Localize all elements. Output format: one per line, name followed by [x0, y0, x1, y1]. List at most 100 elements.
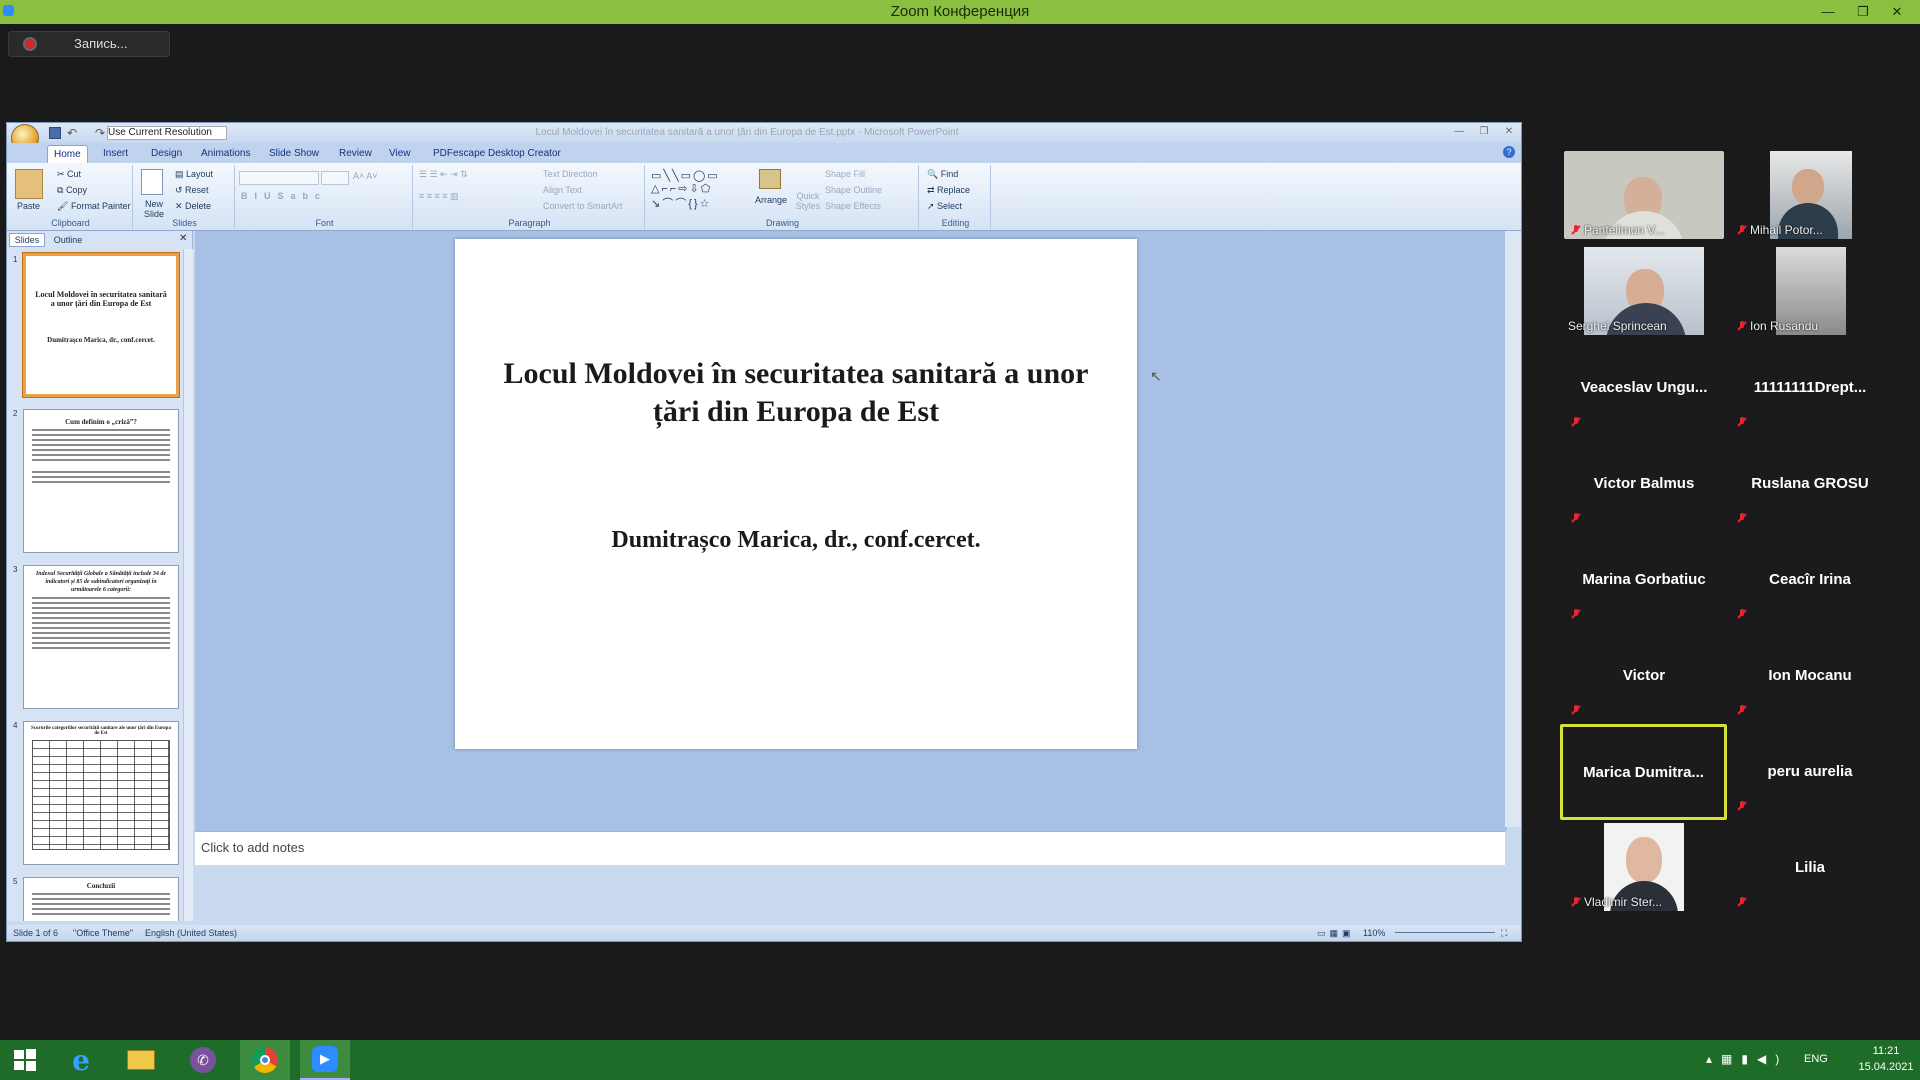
- current-slide[interactable]: Locul Moldovei în securitatea sanitară a…: [455, 239, 1137, 749]
- format-painter-label: Format Painter: [70, 201, 131, 211]
- zoom-slider[interactable]: [1395, 932, 1495, 933]
- slide-thumbnail-1[interactable]: Locul Moldovei în securitatea sanitară a…: [22, 252, 180, 398]
- paste-label[interactable]: Paste: [17, 201, 40, 211]
- new-slide-label[interactable]: New Slide: [139, 199, 169, 219]
- participant-tile[interactable]: Lilia: [1730, 823, 1890, 911]
- tab-home[interactable]: Home: [47, 145, 88, 163]
- tab-slide-show[interactable]: Slide Show: [263, 145, 325, 163]
- participant-tile[interactable]: Ruslana GROSU: [1730, 439, 1890, 527]
- arrange-label[interactable]: Arrange: [755, 195, 787, 205]
- delete-button[interactable]: ✕ Delete: [175, 201, 211, 212]
- tab-view[interactable]: View: [383, 145, 417, 163]
- participant-tile[interactable]: 11111111Drept...: [1730, 343, 1890, 431]
- ppt-minimize-button[interactable]: —: [1447, 123, 1471, 141]
- participant-tile[interactable]: Serghei Sprincean: [1564, 247, 1724, 335]
- shapes-gallery[interactable]: ▭╲╲▭◯▭ △⌐⌐⇨⇩⬠ ↘⌒⌒{}☆: [651, 169, 720, 211]
- slide-thumbnail-5[interactable]: Concluzii: [23, 877, 179, 921]
- notes-pane[interactable]: Click to add notes: [195, 831, 1505, 865]
- slide-title[interactable]: Locul Moldovei în securitatea sanitară a…: [485, 355, 1107, 431]
- participant-tile[interactable]: peru aurelia: [1730, 727, 1890, 815]
- system-tray-icons[interactable]: ▴▦▮◀): [1706, 1052, 1788, 1066]
- minimize-button[interactable]: —: [1813, 0, 1843, 24]
- view-buttons[interactable]: ▭▦▣: [1317, 925, 1355, 941]
- tab-animations[interactable]: Animations: [195, 145, 256, 163]
- participant-tile[interactable]: Ion Mocanu: [1730, 631, 1890, 719]
- theme-indicator: "Office Theme": [73, 928, 134, 938]
- grow-font-icon[interactable]: A˄ A˅: [353, 171, 378, 181]
- tab-pdfescape[interactable]: PDFescape Desktop Creator: [427, 145, 567, 163]
- participant-tile[interactable]: Victor Balmus: [1564, 439, 1724, 527]
- slide-thumbnail-3[interactable]: Indexul Securității Globale a Sănătății …: [23, 565, 179, 709]
- close-button[interactable]: ✕: [1882, 0, 1912, 24]
- quick-styles-label[interactable]: Quick Styles: [795, 191, 821, 211]
- format-painter-button[interactable]: 🖌 Format Painter: [57, 201, 130, 212]
- help-icon[interactable]: ?: [1503, 146, 1515, 158]
- shape-outline-button[interactable]: Shape Outline: [825, 185, 882, 195]
- text-direction-button[interactable]: Text Direction: [543, 169, 598, 179]
- tab-review[interactable]: Review: [333, 145, 378, 163]
- reset-button[interactable]: ↺ Reset: [175, 185, 209, 196]
- close-panel-icon[interactable]: ✕: [179, 233, 187, 244]
- clock[interactable]: 11:21 15.04.2021: [1858, 1043, 1914, 1075]
- participant-tile[interactable]: Ion Rusandu: [1730, 247, 1890, 335]
- restore-button[interactable]: ❐: [1848, 0, 1878, 24]
- ppt-restore-button[interactable]: ❐: [1472, 123, 1496, 141]
- record-icon: [23, 37, 37, 51]
- align-text-button[interactable]: Align Text: [543, 185, 582, 195]
- participant-name: Serghei Sprincean: [1568, 319, 1667, 333]
- zoom-taskbar-icon[interactable]: ▶: [300, 1040, 350, 1080]
- save-icon[interactable]: [49, 127, 61, 139]
- panel-tab-outline[interactable]: Outline: [47, 233, 89, 247]
- new-slide-icon[interactable]: [141, 169, 163, 195]
- slide-scrollbar[interactable]: [1505, 231, 1521, 827]
- undo-icon[interactable]: ↶: [67, 126, 77, 140]
- start-button[interactable]: [0, 1040, 50, 1080]
- slides-group: New Slide ▤ Layout ↺ Reset ✕ Delete Slid…: [135, 165, 235, 229]
- chrome-icon[interactable]: [240, 1040, 290, 1080]
- zoom-level[interactable]: 110%: [1363, 925, 1385, 941]
- participant-tile[interactable]: Pantelimon V...: [1564, 151, 1724, 239]
- shape-fill-button[interactable]: Shape Fill: [825, 169, 865, 179]
- participant-tile[interactable]: Ceacîr Irina: [1730, 535, 1890, 623]
- clock-time: 11:21: [1872, 1045, 1900, 1057]
- file-explorer-icon[interactable]: [116, 1040, 166, 1080]
- slide-thumbnail-2[interactable]: Cum definim o „criză”?: [23, 409, 179, 553]
- arrange-icon[interactable]: [759, 169, 781, 189]
- shape-effects-button[interactable]: Shape Effects: [825, 201, 881, 211]
- bullets-icon[interactable]: ☰ ☰ ⇤ ⇥ ⇅: [419, 169, 468, 180]
- font-size-select[interactable]: [321, 171, 349, 185]
- panel-tab-slides[interactable]: Slides: [9, 233, 45, 247]
- participant-tile[interactable]: Marina Gorbatiuc: [1564, 535, 1724, 623]
- language-indicator[interactable]: ENG: [1804, 1053, 1828, 1065]
- font-name-select[interactable]: [239, 171, 319, 185]
- slide-subtitle[interactable]: Dumitrașco Marica, dr., conf.cercet.: [485, 527, 1107, 554]
- tab-design[interactable]: Design: [145, 145, 188, 163]
- muted-mic-icon: [1736, 415, 1748, 427]
- active-speaker-tile[interactable]: Marica Dumitra...: [1560, 724, 1727, 820]
- copy-button[interactable]: ⧉ Copy: [57, 185, 87, 196]
- participant-tile[interactable]: Victor: [1564, 631, 1724, 719]
- cut-button[interactable]: ✂ Cut: [57, 169, 81, 180]
- ppt-close-button[interactable]: ✕: [1497, 123, 1521, 141]
- paste-icon[interactable]: [15, 169, 43, 199]
- fit-slide-icon[interactable]: ⛶: [1501, 925, 1507, 941]
- resolution-select[interactable]: Use Current Resolution: [107, 126, 227, 140]
- thumbnails-scrollbar[interactable]: [183, 249, 193, 921]
- muted-mic-icon: [1570, 415, 1582, 427]
- slide-thumbnail-4[interactable]: Scorurile categoriilor securității sanit…: [23, 721, 179, 865]
- align-icons[interactable]: ≡ ≡ ≡ ≡ ▥: [419, 191, 459, 202]
- participant-tile[interactable]: Veaceslav Ungu...: [1564, 343, 1724, 431]
- viber-icon[interactable]: ✆: [178, 1040, 228, 1080]
- redo-icon[interactable]: ↷: [95, 126, 105, 140]
- internet-explorer-icon[interactable]: e: [56, 1040, 106, 1080]
- recording-indicator[interactable]: Запись...: [8, 31, 170, 57]
- select-button[interactable]: ➚ Select: [927, 201, 962, 212]
- participant-tile[interactable]: Vladimir Ster...: [1564, 823, 1724, 911]
- find-button[interactable]: 🔍 Find: [927, 169, 958, 180]
- participant-tile[interactable]: Mihail Potor...: [1730, 151, 1890, 239]
- font-format-buttons[interactable]: BIUSabc: [241, 191, 327, 201]
- convert-smartart-button[interactable]: Convert to SmartArt: [543, 201, 623, 211]
- layout-button[interactable]: ▤ Layout: [175, 169, 213, 180]
- tab-insert[interactable]: Insert: [97, 145, 134, 163]
- replace-button[interactable]: ⇄ Replace: [927, 185, 970, 196]
